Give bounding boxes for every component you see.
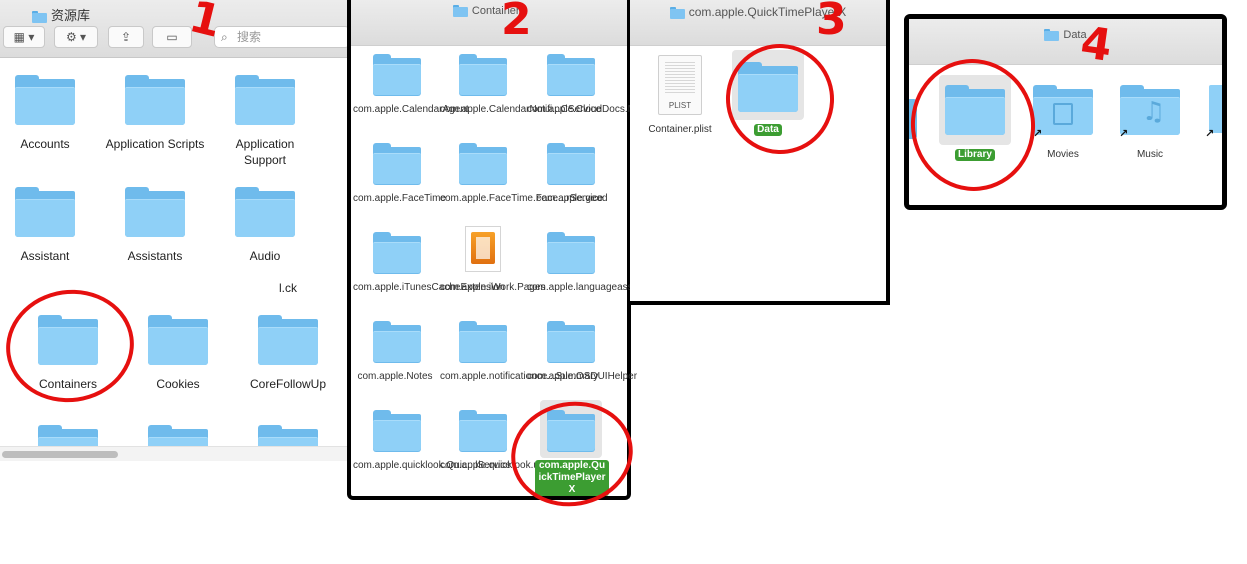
folder-label[interactable]: Audio (215, 248, 315, 264)
folder-label[interactable]: com.apple.languageassetd (527, 282, 647, 294)
folder-label[interactable]: CoreFollowUp (238, 376, 338, 392)
folder-icon-partial[interactable] (1209, 85, 1222, 133)
folder-icon[interactable] (258, 315, 318, 365)
folder-icon[interactable] (459, 54, 507, 96)
finder-window-data: Data 4 Library ↗ Movies ♫ ↗ Music ↗ (904, 14, 1227, 210)
folder-icon[interactable] (148, 425, 208, 446)
folder-label[interactable]: com.apple.geod (527, 193, 617, 205)
folder-icon[interactable] (235, 75, 295, 125)
annotation-circle (502, 392, 642, 516)
folder-icon (1044, 29, 1060, 42)
folder-icon[interactable] (547, 232, 595, 274)
folder-label[interactable]: Application Support (215, 136, 315, 168)
folder-icon (452, 5, 468, 18)
folder-icon[interactable] (373, 410, 421, 452)
folder-icon[interactable] (459, 321, 507, 363)
window-title: 资源库 (32, 5, 90, 24)
folder-label[interactable]: Application Scripts (105, 136, 205, 152)
folder-label[interactable]: Cookies (128, 376, 228, 392)
folder-icon[interactable] (125, 187, 185, 237)
search-icon: ⌕ (221, 30, 228, 44)
folder-icon[interactable] (148, 315, 208, 365)
folder-icon[interactable] (15, 187, 75, 237)
folder-icon[interactable] (547, 143, 595, 185)
toolbar: Data (909, 19, 1222, 65)
action-gear-button[interactable]: ⚙ ▾ (54, 26, 98, 48)
folder-icon[interactable] (235, 187, 295, 237)
toolbar: Containers (351, 0, 627, 46)
search-input[interactable]: ⌕ 搜索 (214, 26, 350, 48)
annotation-circle (904, 52, 1042, 198)
folder-label[interactable]: com.apple.notificationce...Summary (440, 371, 598, 383)
folder-icon[interactable] (547, 54, 595, 96)
folder-label[interactable]: com.apple.iTunesCacheExtension (353, 282, 504, 294)
folder-icon[interactable] (258, 425, 318, 446)
folder-icon[interactable] (373, 321, 421, 363)
alias-arrow-icon: ↗ (1205, 128, 1215, 140)
folder-label[interactable]: Assistants (105, 248, 205, 264)
folder-label[interactable]: com.apple.CalendarAgent (353, 104, 469, 116)
window-title: com.apple.QuickTimePlayerX (630, 5, 886, 19)
finder-window-library: 资源库 ▦ ▾ ⚙ ▾ ⇪ ▭ ⌕ 搜索 Accounts Applicatio… (0, 0, 350, 470)
finder-window-containers: Containers 2 com.apple.CalendarAgent com… (347, 0, 682, 516)
annotation-number: 2 (501, 0, 532, 45)
folder-icon[interactable] (547, 321, 595, 363)
share-button[interactable]: ⇪ (108, 26, 144, 48)
folder-label[interactable]: com.apple.CloudDocs.M...Provider (527, 104, 682, 116)
stray-label: l.ck (279, 281, 297, 295)
folder-icon[interactable] (373, 143, 421, 185)
folder-icon[interactable] (459, 410, 507, 452)
folder-label[interactable]: com.apple.FaceTime.Face...rService (440, 193, 603, 205)
finder-window-quicktime: com.apple.QuickTimePlayerX 3 PLIST Conta… (630, 0, 890, 305)
folder-icon[interactable] (459, 143, 507, 185)
folder-label[interactable]: Assistant (0, 248, 90, 264)
file-label[interactable]: Container.plist (640, 124, 720, 136)
folder-label[interactable]: Movies (1033, 149, 1093, 161)
folder-icon[interactable] (373, 232, 421, 274)
folder-icon[interactable] (125, 75, 185, 125)
folder-label[interactable]: com.apple.Notes (353, 371, 437, 383)
window-title: Data (909, 29, 1222, 42)
alias-arrow-icon: ↗ (1119, 128, 1129, 140)
toolbar: com.apple.QuickTimePlayerX (630, 0, 886, 46)
horizontal-scrollbar[interactable] (0, 446, 350, 461)
folder-icon[interactable] (15, 75, 75, 125)
folder-icon (32, 10, 47, 23)
folder-label[interactable]: Music (1120, 149, 1180, 161)
view-mode-button[interactable]: ▦ ▾ (3, 26, 45, 48)
folder-label[interactable]: com.apple.quicklook.Quic...lService (353, 460, 511, 472)
folder-icon[interactable] (38, 425, 98, 446)
folder-icon (669, 6, 685, 19)
folder-icon[interactable] (373, 54, 421, 96)
folder-label[interactable]: com.apple.OSDUIHelper (527, 371, 637, 383)
music-folder-icon[interactable]: ♫ (1120, 85, 1180, 135)
folder-label[interactable]: Accounts (0, 136, 90, 152)
toolbar: 资源库 ▦ ▾ ⚙ ▾ ⇪ ▭ ⌕ 搜索 (0, 0, 350, 58)
plist-file-icon[interactable]: PLIST (658, 55, 702, 115)
annotation-number: 3 (816, 0, 847, 45)
pages-app-icon[interactable] (465, 226, 501, 272)
folder-label[interactable]: com.apple.CalendarNotifi...CService (440, 104, 601, 116)
folder-label[interactable]: com.apple.FaceTime (353, 193, 446, 205)
app-label[interactable]: com.apple.iWork.Pages (440, 282, 545, 294)
window-title: Containers (351, 5, 627, 18)
